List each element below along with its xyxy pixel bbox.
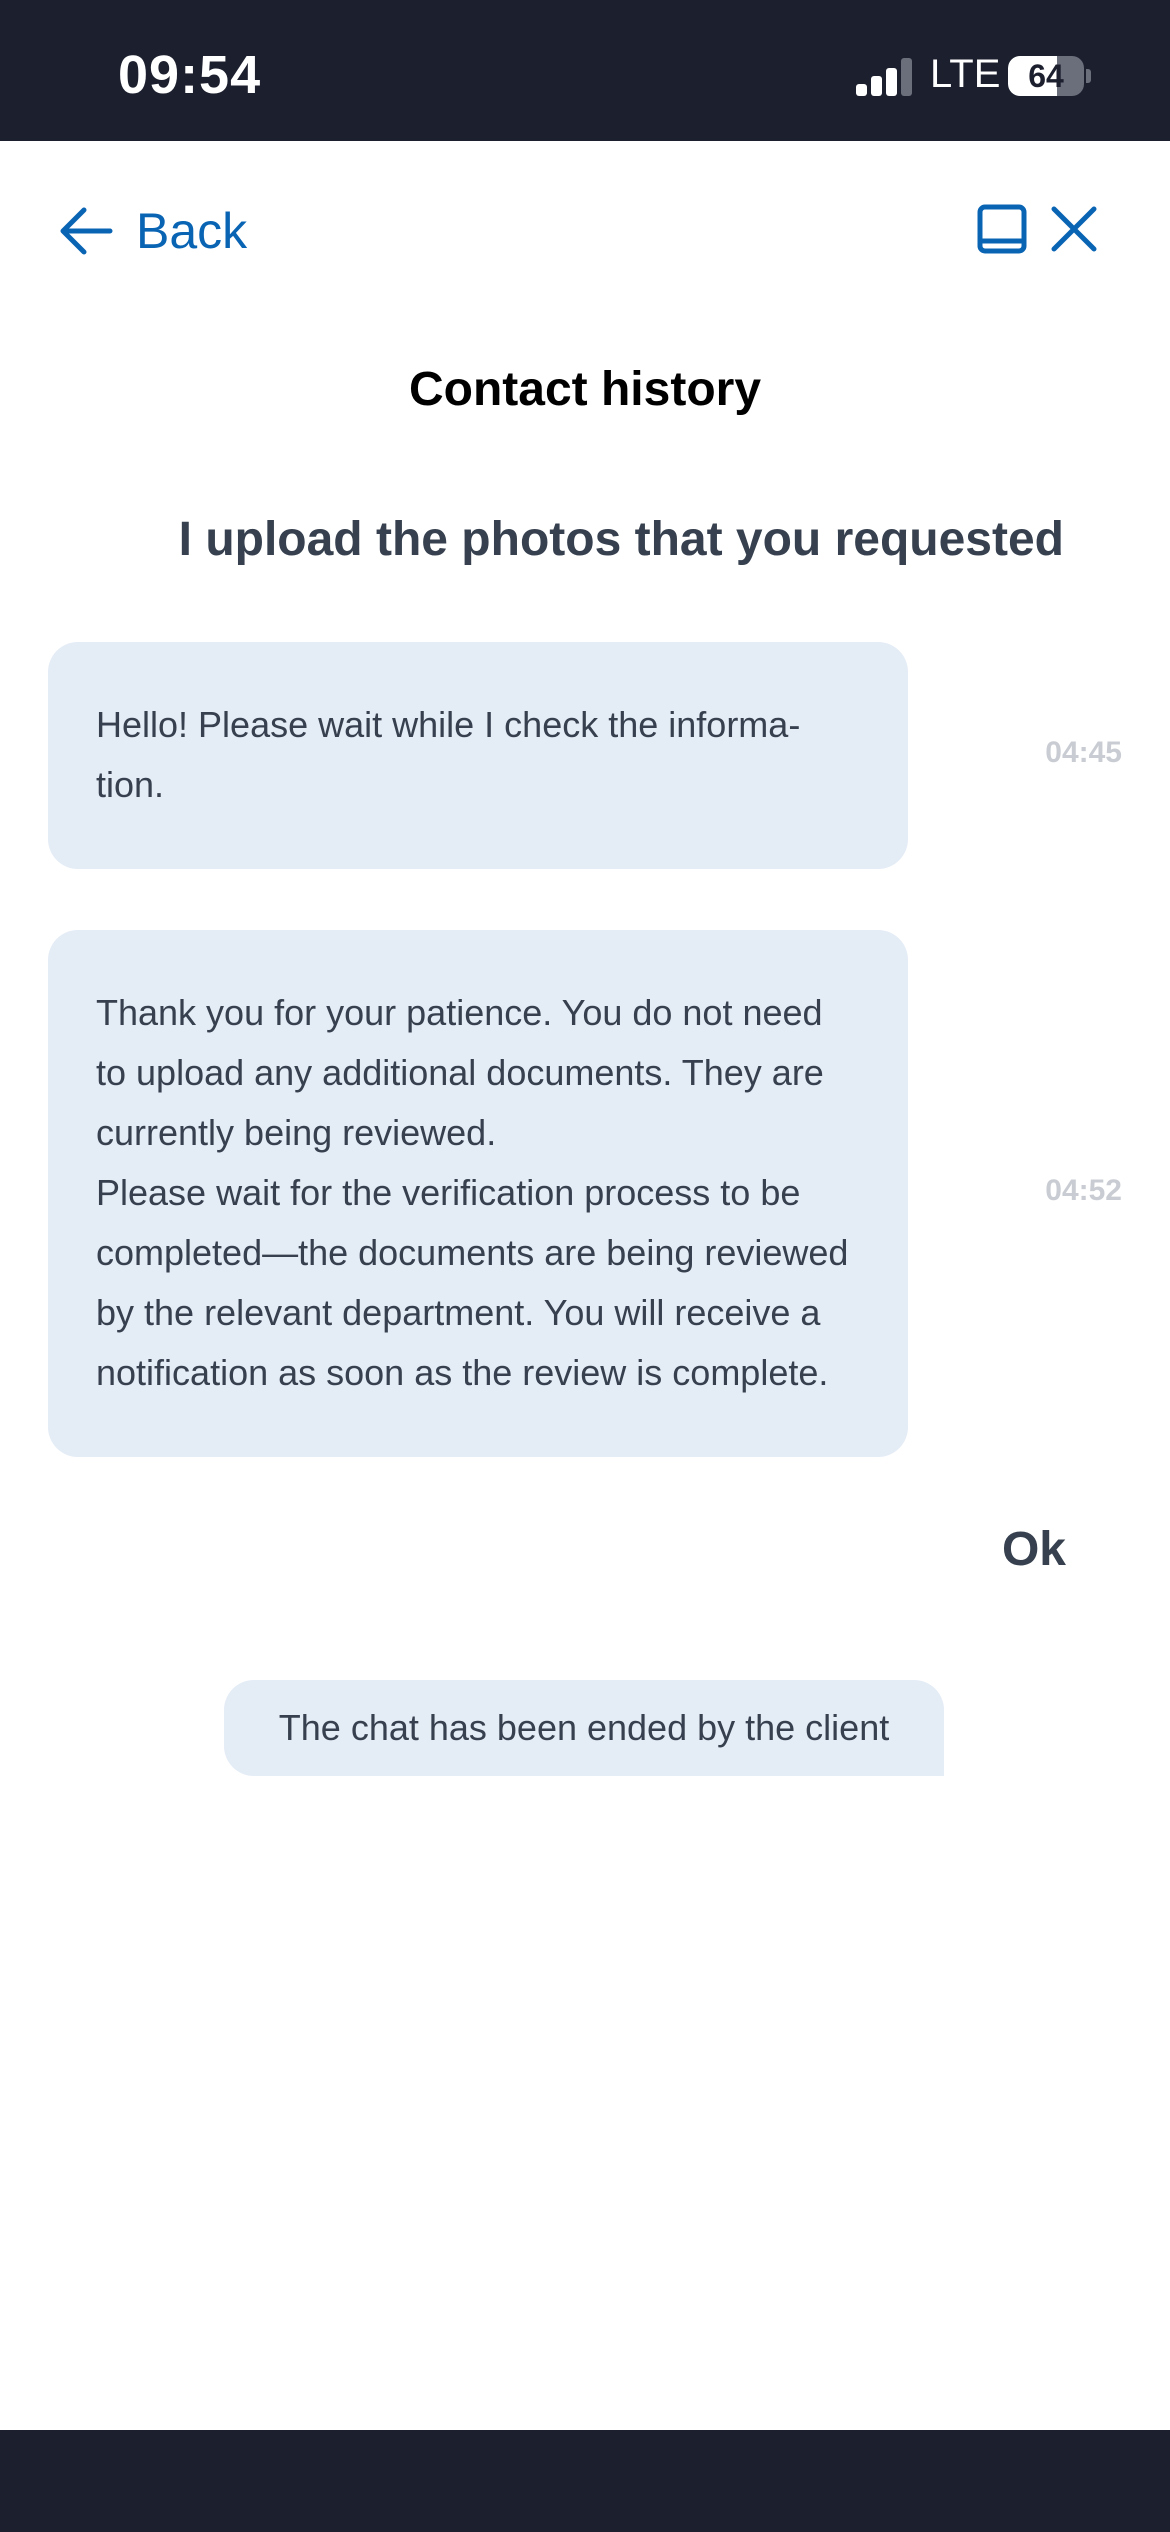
back-button[interactable]: Back (56, 196, 247, 266)
message-line: Thank you for your patience. You do not … (96, 992, 823, 1033)
message-timestamp: 04:52 (1045, 1174, 1122, 1207)
battery-level: 64 (1028, 58, 1064, 94)
bottom-bar (0, 2430, 1170, 2532)
close-icon (1051, 206, 1097, 252)
network-type: LTE (930, 52, 1001, 96)
message-line: to upload any additional documents. They… (96, 1052, 824, 1093)
signal-strength-icon (856, 58, 914, 96)
message-line: tion. (96, 764, 165, 805)
minimize-button[interactable] (976, 203, 1028, 255)
agent-message-bubble: Hello! Please wait while I check the inf… (48, 642, 908, 869)
user-message: I upload the photos that you requested (178, 513, 1064, 566)
arrow-left-icon (60, 207, 113, 255)
chat-ended-notice: The chat has been ended by the client (224, 1680, 944, 1776)
battery-icon: 64 (1008, 56, 1084, 96)
agent-message-bubble: Thank you for your patience. You do not … (48, 930, 908, 1457)
minimize-icon (977, 204, 1027, 254)
message-line: notification as soon as the review is co… (96, 1352, 829, 1393)
message-line: by the relevant department. You will rec… (96, 1292, 821, 1333)
back-label: Back (136, 203, 248, 259)
user-message: Ok (1001, 1523, 1066, 1576)
message-line: currently being reviewed. (96, 1112, 497, 1153)
message-line: Please wait for the verification process… (96, 1172, 801, 1213)
message-line: completed—the documents are being review… (96, 1232, 849, 1273)
message-line: Hello! Please wait while I check the inf… (96, 704, 801, 745)
message-timestamp: 04:45 (1045, 736, 1122, 769)
nav-bar: Back (0, 141, 1170, 321)
status-bar: 09:54 LTE 64 (0, 0, 1170, 141)
page-title: Contact history (408, 363, 762, 416)
status-time: 09:54 (118, 45, 262, 105)
battery-tip (1086, 69, 1091, 83)
close-button[interactable] (1048, 203, 1100, 255)
